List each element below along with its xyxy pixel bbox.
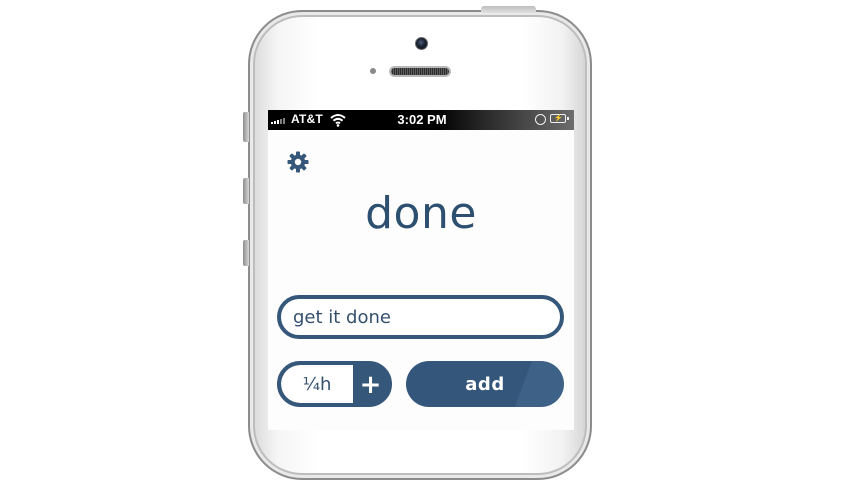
earpiece-speaker: [389, 66, 451, 77]
alarm-clock-icon: [535, 114, 546, 125]
mute-switch: [243, 112, 249, 142]
duration-value: ¼h: [281, 365, 353, 403]
battery-icon: ⚡: [550, 114, 569, 123]
volume-down-button: [243, 240, 249, 266]
duration-stepper[interactable]: ¼h +: [277, 361, 392, 407]
status-time: 3:02 PM: [397, 112, 447, 127]
task-input[interactable]: [277, 295, 564, 339]
volume-up-button: [243, 178, 249, 204]
gear-icon[interactable]: [286, 150, 310, 174]
front-camera: [415, 37, 428, 50]
add-button[interactable]: add: [406, 361, 564, 407]
phone-screen: AT&T 3:02 PM ⚡ done ¼h +: [268, 110, 574, 430]
charging-bolt-icon: ⚡: [554, 115, 563, 122]
power-button: [481, 6, 536, 13]
increase-duration-button[interactable]: +: [353, 365, 388, 403]
app-title: done: [365, 188, 477, 239]
status-bar: AT&T 3:02 PM ⚡: [268, 110, 574, 130]
proximity-sensor: [370, 68, 376, 74]
